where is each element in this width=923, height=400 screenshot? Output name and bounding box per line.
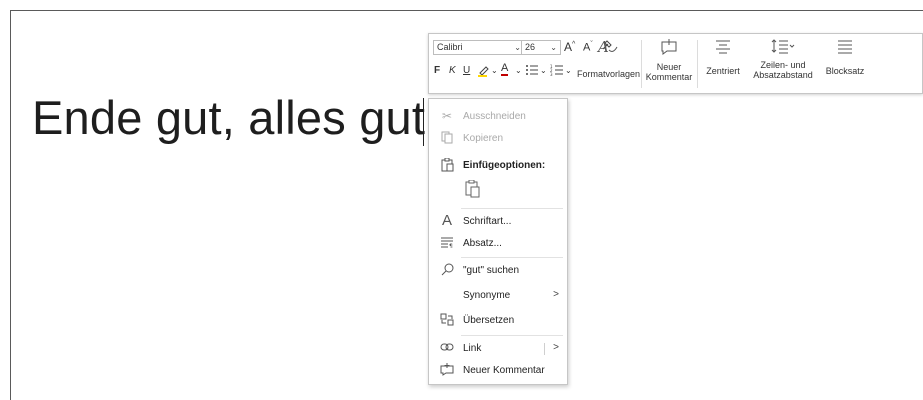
- new-comment-label-2: Kommentar: [645, 72, 693, 82]
- chevron-down-icon[interactable]: ⌄: [491, 65, 498, 77]
- copy-icon: [439, 131, 455, 147]
- chevron-right-icon: >: [553, 289, 559, 300]
- paragraph-icon: ¶: [439, 236, 455, 251]
- font-icon: A: [441, 212, 452, 229]
- styles-label: Formatvorlagen: [577, 69, 641, 79]
- underline-button[interactable]: U: [463, 65, 470, 77]
- chevron-right-icon[interactable]: >: [553, 342, 559, 353]
- paste-keep-text-icon[interactable]: [463, 179, 483, 202]
- menu-divider: [461, 208, 563, 209]
- font-name-combo[interactable]: Calibri ⌄: [433, 40, 525, 55]
- document-text[interactable]: Ende gut, alles gut: [32, 90, 425, 145]
- justify-label: Blocksatz: [825, 66, 865, 76]
- new-comment-label-1: Neuer: [656, 62, 682, 72]
- context-menu: ✂ Ausschneiden Kopieren Einfügeoptionen:…: [428, 98, 568, 385]
- line-spacing-label-1: Zeilen- und: [760, 60, 806, 70]
- menu-item-label: Neuer Kommentar: [463, 365, 545, 376]
- line-spacing-icon: [747, 38, 819, 58]
- chevron-down-icon[interactable]: ⌄: [515, 65, 522, 77]
- menu-item-cut[interactable]: ✂ Ausschneiden: [429, 107, 567, 127]
- menu-divider: [461, 335, 563, 336]
- justify-button[interactable]: Blocksatz: [821, 38, 869, 76]
- menu-item-copy[interactable]: Kopieren: [429, 129, 567, 149]
- clipboard-icon: [439, 157, 455, 175]
- menu-item-synonyms[interactable]: Synonyme >: [429, 286, 567, 306]
- center-align-label: Zentriert: [706, 66, 740, 76]
- bold-button[interactable]: F: [434, 65, 440, 77]
- menu-item-label: Link: [463, 343, 482, 354]
- mini-toolbar: Calibri ⌄ 26 ⌄ A^ Aˇ F K U ⌄ A ⌄ ⌄ 123 ⌄…: [428, 33, 923, 94]
- menu-item-label: Schriftart...: [463, 216, 512, 227]
- svg-text:3: 3: [550, 72, 553, 76]
- separator: [697, 40, 698, 88]
- grow-font-icon[interactable]: A^: [564, 39, 575, 53]
- menu-item-label: Übersetzen: [463, 315, 515, 326]
- translate-icon: [439, 313, 455, 329]
- search-icon: [439, 263, 455, 279]
- italic-button[interactable]: K: [449, 65, 456, 77]
- menu-item-label: Einfügeoptionen:: [463, 160, 546, 171]
- chevron-down-icon: ⌄: [514, 43, 521, 52]
- menu-item-new-comment[interactable]: Neuer Kommentar: [429, 361, 567, 381]
- highlight-icon[interactable]: [477, 64, 491, 80]
- line-spacing-button[interactable]: Zeilen- und Absatzabstand: [747, 38, 819, 80]
- chevron-down-icon[interactable]: ⌄: [565, 65, 572, 77]
- split-divider: [544, 343, 545, 355]
- link-icon: [439, 341, 455, 355]
- svg-text:¶: ¶: [449, 243, 453, 248]
- menu-item-link[interactable]: Link >: [429, 339, 567, 359]
- scissors-icon: ✂: [441, 109, 453, 123]
- line-spacing-label-2: Absatzabstand: [753, 70, 813, 80]
- menu-item-label: "gut" suchen: [463, 265, 520, 276]
- styles-icon: A: [577, 38, 639, 60]
- center-align-button[interactable]: Zentriert: [699, 38, 747, 76]
- text-caret: [423, 98, 424, 146]
- menu-item-label: Kopieren: [463, 133, 504, 144]
- menu-item-label: Synonyme: [463, 290, 511, 301]
- menu-item-font[interactable]: A Schriftart...: [429, 212, 567, 232]
- font-size-value: 26: [525, 42, 536, 52]
- new-comment-icon: [439, 363, 455, 379]
- menu-item-translate[interactable]: Übersetzen: [429, 311, 567, 331]
- font-name-value: Calibri: [437, 42, 463, 52]
- menu-item-search[interactable]: "gut" suchen: [429, 261, 567, 281]
- menu-item-paste-options: Einfügeoptionen:: [429, 156, 567, 176]
- menu-item-label: Ausschneiden: [463, 111, 526, 122]
- new-comment-button[interactable]: Neuer Kommentar: [643, 38, 695, 82]
- chevron-down-icon: ⌄: [550, 43, 557, 52]
- numbering-icon[interactable]: 123: [550, 64, 564, 79]
- font-color-icon[interactable]: A: [501, 63, 509, 76]
- menu-item-paragraph[interactable]: ¶ Absatz...: [429, 234, 567, 254]
- new-comment-icon: [643, 38, 695, 60]
- styles-button[interactable]: A Formatvorlagen: [577, 38, 641, 79]
- separator: [641, 40, 642, 88]
- bullets-icon[interactable]: [525, 64, 539, 79]
- menu-divider: [461, 257, 563, 258]
- font-size-combo[interactable]: 26 ⌄: [521, 40, 561, 55]
- chevron-down-icon[interactable]: ⌄: [540, 65, 547, 77]
- menu-item-label: Absatz...: [463, 238, 502, 249]
- svg-text:A: A: [596, 38, 609, 56]
- justify-icon: [821, 38, 869, 58]
- center-align-icon: [699, 38, 747, 58]
